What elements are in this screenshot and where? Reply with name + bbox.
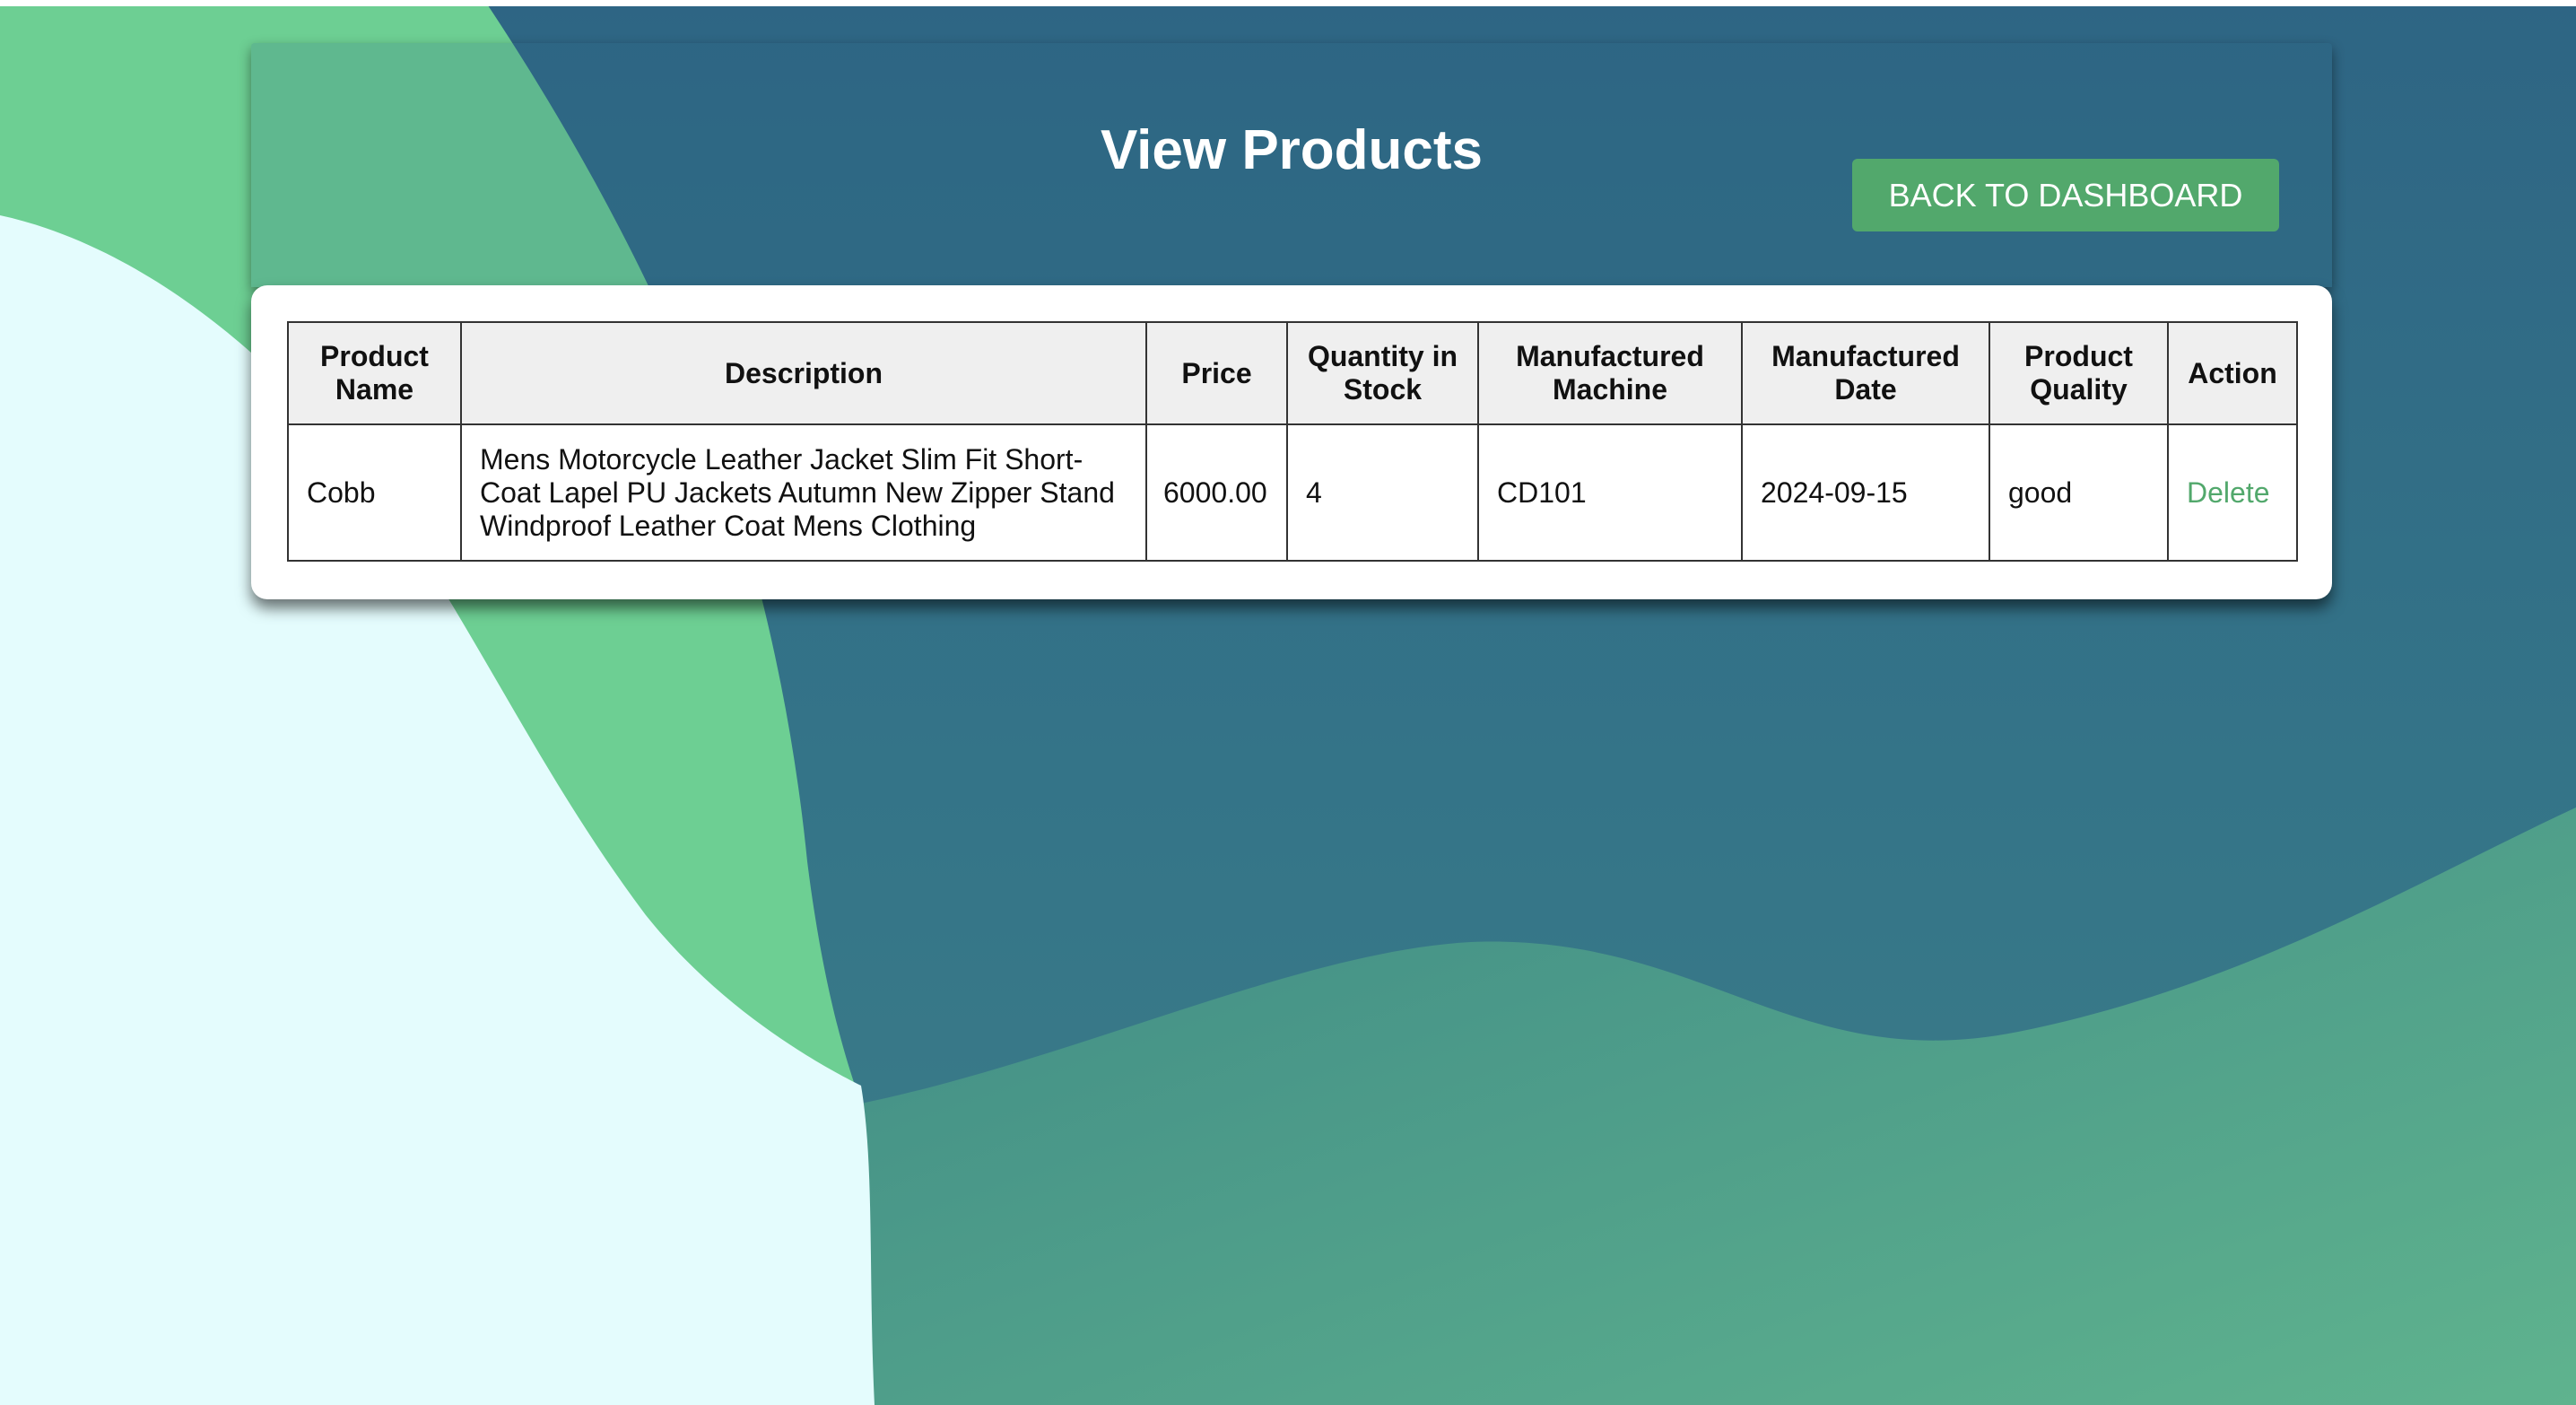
column-header-date: Manufactured Date: [1741, 321, 1990, 425]
cell-quality: good: [1989, 423, 2169, 562]
cell-quantity: 4: [1286, 423, 1479, 562]
cell-price: 6000.00: [1145, 423, 1288, 562]
table-row: Cobb Mens Motorcycle Leather Jacket Slim…: [287, 423, 2298, 562]
column-header-machine: Manufactured Machine: [1477, 321, 1743, 425]
delete-link[interactable]: Delete: [2187, 476, 2270, 509]
column-header-quality: Product Quality: [1989, 321, 2169, 425]
back-to-dashboard-button[interactable]: BACK TO DASHBOARD: [1852, 159, 2279, 231]
top-border: [0, 0, 2576, 6]
column-header-action: Action: [2167, 321, 2298, 425]
cell-machine: CD101: [1477, 423, 1743, 562]
cell-action: Delete: [2167, 423, 2298, 562]
column-header-quantity: Quantity in Stock: [1286, 321, 1479, 425]
column-header-description: Description: [460, 321, 1147, 425]
cell-product-name: Cobb: [287, 423, 462, 562]
products-table-card: Product Name Description Price Quantity …: [251, 285, 2332, 599]
column-header-price: Price: [1145, 321, 1288, 425]
products-table: Product Name Description Price Quantity …: [287, 321, 2298, 562]
cell-date: 2024-09-15: [1741, 423, 1990, 562]
table-header-row: Product Name Description Price Quantity …: [287, 321, 2298, 425]
page-header: View Products BACK TO DASHBOARD: [251, 43, 2332, 287]
column-header-product-name: Product Name: [287, 321, 462, 425]
cell-description: Mens Motorcycle Leather Jacket Slim Fit …: [460, 423, 1147, 562]
